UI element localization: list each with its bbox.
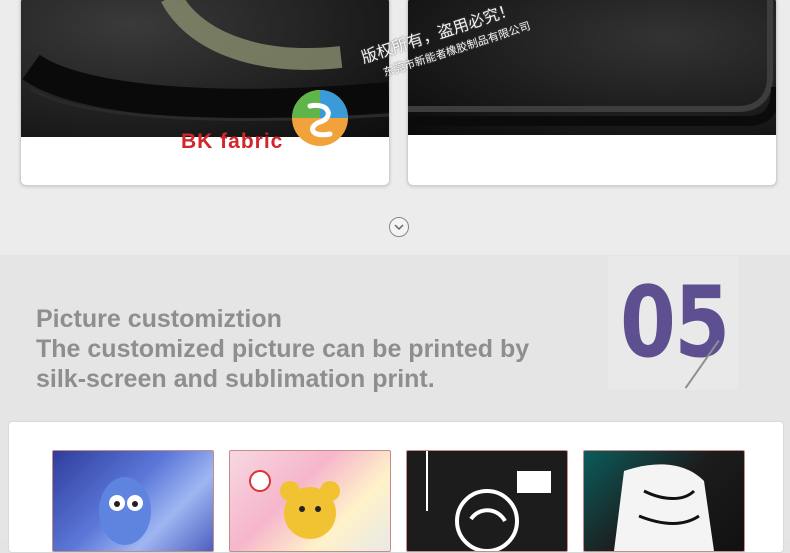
section-title: Picture customiztion The customized pict… <box>36 304 596 394</box>
thumbnail-cartoon-bear-mat[interactable] <box>229 450 391 552</box>
title-line-description-1: The customized picture can be printed by <box>36 335 530 363</box>
thumbnail-logo-badge-mat[interactable] <box>406 450 568 552</box>
bk-fabric-caption: BK fabric <box>181 130 284 153</box>
badge-graphic <box>426 451 551 551</box>
chevron-down-icon[interactable] <box>389 217 409 237</box>
swirl-logo-icon <box>290 88 350 148</box>
character-graphic <box>99 477 151 545</box>
title-line-heading: Picture customiztion <box>36 305 282 333</box>
title-line-description-2: silk-screen and sublimation print. <box>36 365 435 393</box>
thumbnail-muscle-figure-mat[interactable] <box>583 450 745 552</box>
bear-graphic <box>249 470 340 539</box>
section-number: 05 <box>620 266 730 380</box>
thumbnail-animated-character-mat[interactable] <box>52 450 214 552</box>
muscle-graphic <box>614 464 714 551</box>
